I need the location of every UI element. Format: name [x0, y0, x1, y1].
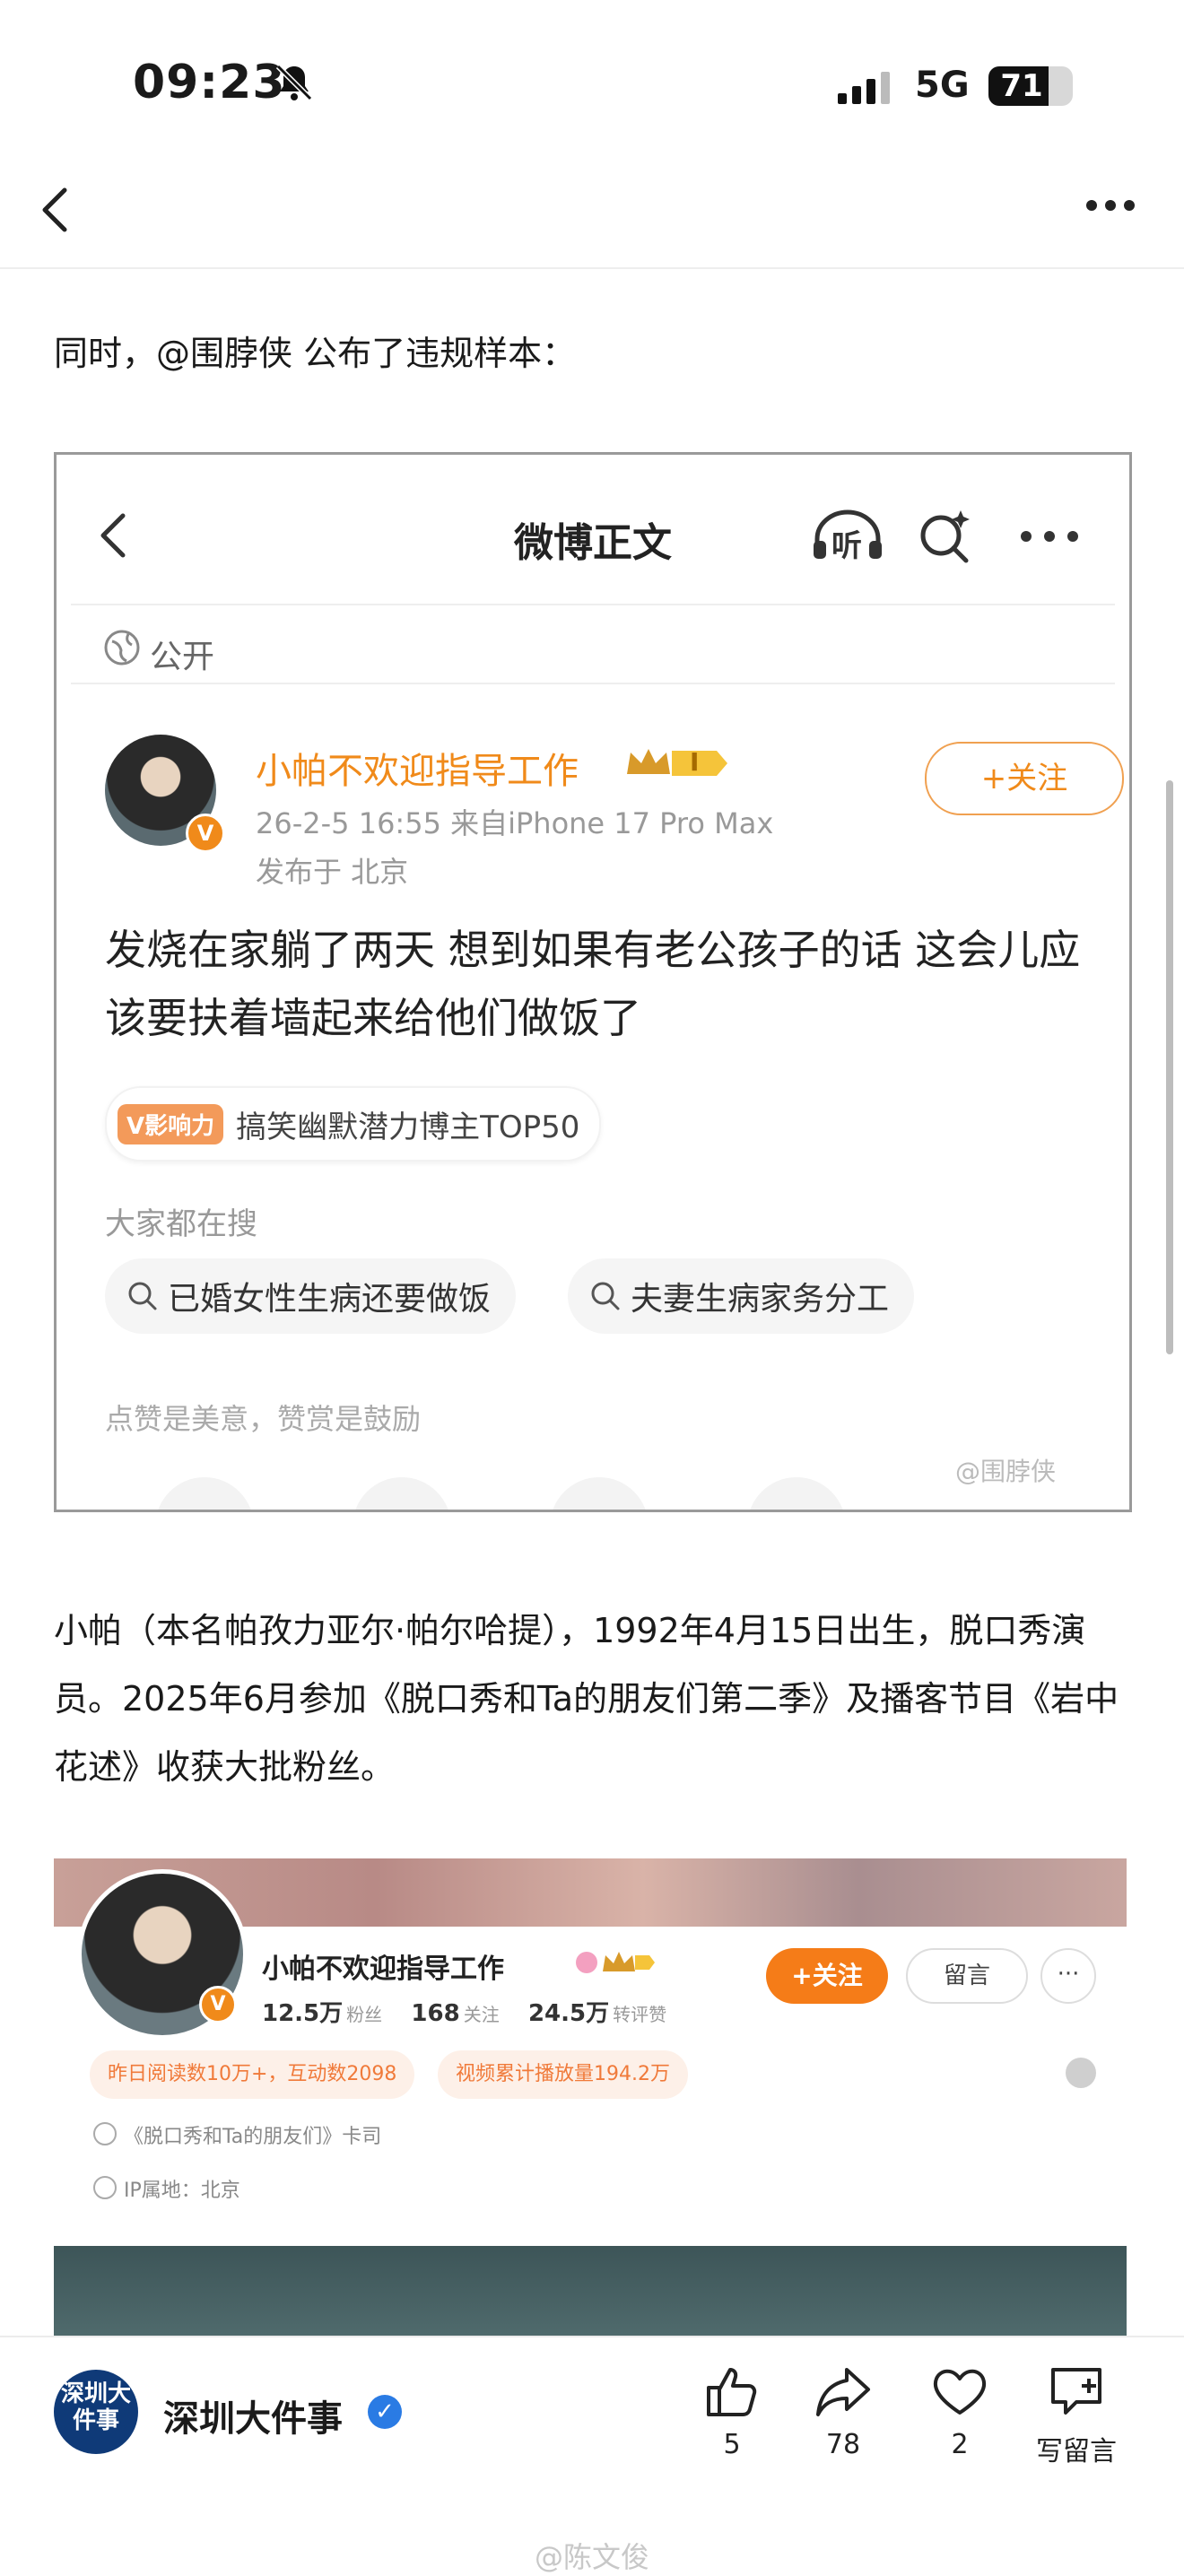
article-paragraph: 小帕（本名帕孜力亚尔·帕尔哈提），1992年4月15日出生，脱口秀演员。2025…	[54, 1611, 1119, 1787]
ai-search-icon	[920, 510, 970, 563]
shot-follow-button: +关注	[925, 742, 1124, 815]
battery-label: 71	[1000, 68, 1043, 104]
reads-chip: 昨日阅读数10万+，互动数2098	[90, 2050, 415, 2099]
heart-count: 2	[951, 2429, 969, 2460]
visibility-label: 公开	[150, 639, 215, 675]
like-button[interactable]: 5	[687, 2363, 777, 2460]
account-logo[interactable]: 深圳大件事	[54, 2370, 138, 2454]
share-count: 78	[825, 2429, 861, 2460]
followers-value: 12.5万	[262, 2000, 344, 2027]
shot-divider	[71, 604, 1115, 605]
chevron-down-icon	[1066, 2058, 1096, 2088]
verified-check-icon: ✓	[368, 2395, 402, 2429]
nav-divider	[0, 267, 1184, 269]
battery-icon: 71	[988, 66, 1073, 106]
like-count: 5	[723, 2429, 741, 2460]
share-button[interactable]: 78	[798, 2363, 888, 2460]
search-icon	[128, 1282, 157, 1310]
write-comment-label: 写留言	[1036, 2436, 1117, 2467]
heart-icon	[933, 2369, 987, 2415]
profile-name: 小帕不欢迎指导工作	[262, 1954, 504, 1985]
likes-unit: 转评赞	[613, 2004, 667, 2025]
signal-icon	[838, 72, 890, 104]
influence-tag: V影响力 搞笑幽默潜力博主TOP50	[105, 1086, 602, 1162]
scrollbar[interactable]	[1166, 780, 1173, 1354]
headphones-icon: 听	[810, 509, 885, 564]
bell-muted-icon	[275, 64, 313, 101]
influence-badge: V影响力	[118, 1103, 224, 1144]
reward-avatar	[155, 1477, 254, 1510]
level-label: I	[690, 747, 700, 777]
embedded-weibo-screenshot: 微博正文 听 公开 V 小帕不欢迎指导工作 I 26-2-5 16:55 来自i…	[54, 452, 1132, 1512]
back-arrow-icon[interactable]	[38, 185, 74, 235]
author-name: 小帕不欢迎指导工作	[256, 751, 579, 792]
likes-value: 24.5万	[527, 2000, 610, 2027]
influence-text: 搞笑幽默潜力博主TOP50	[236, 1109, 580, 1145]
vip-crown-icon	[576, 1948, 657, 1980]
profile-more-button: ···	[1040, 1948, 1096, 2004]
post-meta: 26-2-5 16:55 来自iPhone 17 Pro Max	[256, 806, 774, 840]
page-watermark: @陈文俊	[534, 2540, 649, 2574]
network-label: 5G	[915, 65, 970, 106]
trending-search-label: 大家都在搜	[105, 1206, 257, 1242]
profile-stats: 12.5万 粉丝 168 关注 24.5万 转评赞	[262, 1995, 688, 2028]
weibo-watermark: @围脖侠	[955, 1457, 1057, 1486]
account-name[interactable]: 深圳大件事	[163, 2389, 343, 2441]
shield-icon	[93, 2122, 117, 2145]
reward-avatar	[353, 1477, 451, 1510]
praise-text: 点赞是美意，赞赏是鼓励	[105, 1402, 422, 1436]
shot-divider	[71, 683, 1115, 684]
profile-card-image: V 小帕不欢迎指导工作 12.5万 粉丝 168 关注 24.5万 转评赞 +关注 留…	[54, 1858, 1127, 2244]
shot-more-icon	[1021, 531, 1078, 542]
reward-avatar	[550, 1477, 649, 1510]
work-credit: 《脱口秀和Ta的朋友们》卡司	[124, 2126, 382, 2148]
profile-message-button: 留言	[906, 1948, 1028, 2004]
vip-crown-icon: I	[623, 744, 731, 783]
article-intro: 同时，@围脖侠 公布了违规样本：	[54, 334, 577, 373]
search-pill: 已婚女性生病还要做饭	[105, 1258, 517, 1334]
status-time: 09:23	[133, 56, 286, 109]
search-icon	[591, 1282, 620, 1310]
followers-unit: 粉丝	[346, 2004, 383, 2025]
post-content: 发烧在家躺了两天 想到如果有老公孩子的话 这会儿应该要扶着墙起来给他们做饭了	[105, 926, 1081, 1042]
thumbs-up-icon	[707, 2368, 757, 2416]
location-icon	[93, 2176, 117, 2199]
search-pill: 夫妻生病家务分工	[568, 1258, 915, 1334]
share-arrow-icon	[816, 2368, 870, 2416]
ip-location: IP属地：北京	[124, 2180, 240, 2202]
post-location: 发布于 北京	[256, 855, 409, 889]
search-pill-text: 夫妻生病家务分工	[631, 1281, 890, 1318]
heart-button[interactable]: 2	[915, 2363, 1005, 2460]
video-plays-chip: 视频累计播放量194.2万	[438, 2050, 688, 2099]
search-pill-text: 已婚女性生病还要做饭	[168, 1281, 492, 1318]
listen-label: 听	[831, 528, 862, 564]
more-options-icon[interactable]	[1085, 199, 1136, 212]
comment-plus-icon	[1051, 2368, 1101, 2415]
profile-follow-button: +关注	[766, 1948, 888, 2004]
following-value: 168	[411, 2000, 460, 2027]
verified-badge: V	[186, 814, 225, 853]
article-photo	[54, 2246, 1127, 2336]
reward-avatar	[747, 1477, 846, 1510]
account-logo-text: 深圳大件事	[60, 2380, 131, 2434]
verified-badge: V	[199, 1986, 237, 2023]
write-comment-button[interactable]: 写留言	[1023, 2363, 1130, 2468]
globe-icon	[104, 630, 140, 666]
following-unit: 关注	[463, 2004, 500, 2025]
